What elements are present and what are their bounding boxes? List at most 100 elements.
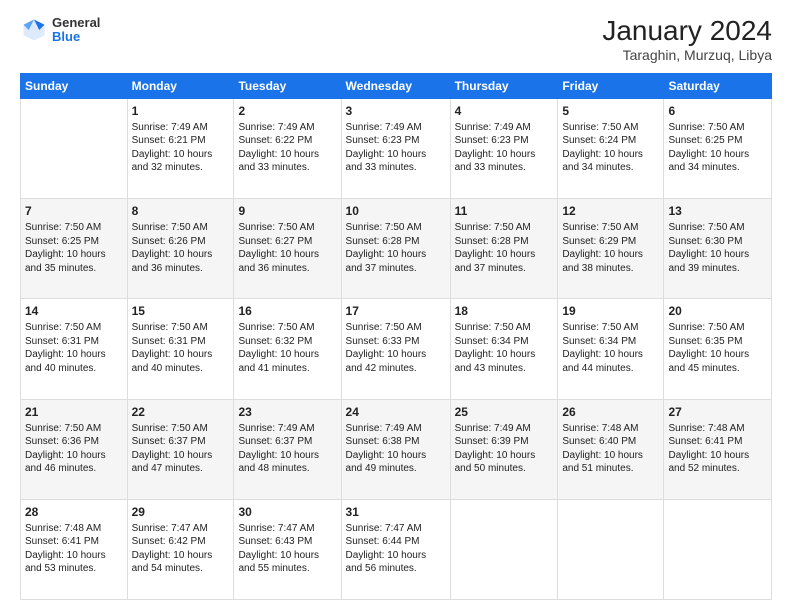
daylight-text: Daylight: 10 hours and 54 minutes. [132, 550, 213, 575]
day-number: 28 [25, 504, 123, 520]
week-row-1: 7Sunrise: 7:50 AMSunset: 6:25 PMDaylight… [21, 199, 772, 299]
sunset-text: Sunset: 6:37 PM [238, 436, 312, 447]
sunrise-text: Sunrise: 7:47 AM [346, 523, 422, 534]
sunrise-text: Sunrise: 7:50 AM [132, 222, 208, 233]
day-number: 27 [668, 404, 767, 420]
day-number: 12 [562, 203, 659, 219]
header-cell-saturday: Saturday [664, 73, 772, 98]
sunset-text: Sunset: 6:28 PM [346, 236, 420, 247]
sunset-text: Sunset: 6:35 PM [668, 336, 742, 347]
calendar-cell: 10Sunrise: 7:50 AMSunset: 6:28 PMDayligh… [341, 199, 450, 299]
sunset-text: Sunset: 6:24 PM [562, 135, 636, 146]
day-number: 6 [668, 103, 767, 119]
sunset-text: Sunset: 6:25 PM [668, 135, 742, 146]
calendar-cell: 1Sunrise: 7:49 AMSunset: 6:21 PMDaylight… [127, 98, 234, 198]
sunset-text: Sunset: 6:41 PM [668, 436, 742, 447]
calendar-cell: 12Sunrise: 7:50 AMSunset: 6:29 PMDayligh… [558, 199, 664, 299]
daylight-text: Daylight: 10 hours and 34 minutes. [562, 149, 643, 174]
calendar-cell: 4Sunrise: 7:49 AMSunset: 6:23 PMDaylight… [450, 98, 558, 198]
sunset-text: Sunset: 6:32 PM [238, 336, 312, 347]
calendar-cell: 15Sunrise: 7:50 AMSunset: 6:31 PMDayligh… [127, 299, 234, 399]
sunset-text: Sunset: 6:36 PM [25, 436, 99, 447]
sunset-text: Sunset: 6:34 PM [455, 336, 529, 347]
daylight-text: Daylight: 10 hours and 51 minutes. [562, 450, 643, 475]
daylight-text: Daylight: 10 hours and 45 minutes. [668, 349, 749, 374]
sunrise-text: Sunrise: 7:47 AM [132, 523, 208, 534]
daylight-text: Daylight: 10 hours and 56 minutes. [346, 550, 427, 575]
sunrise-text: Sunrise: 7:50 AM [455, 322, 531, 333]
calendar-header: SundayMondayTuesdayWednesdayThursdayFrid… [21, 73, 772, 98]
sunrise-text: Sunrise: 7:49 AM [132, 122, 208, 133]
daylight-text: Daylight: 10 hours and 44 minutes. [562, 349, 643, 374]
day-number: 2 [238, 103, 336, 119]
sunrise-text: Sunrise: 7:48 AM [25, 523, 101, 534]
sunset-text: Sunset: 6:27 PM [238, 236, 312, 247]
calendar-body: 1Sunrise: 7:49 AMSunset: 6:21 PMDaylight… [21, 98, 772, 599]
calendar-cell: 30Sunrise: 7:47 AMSunset: 6:43 PMDayligh… [234, 499, 341, 599]
sunset-text: Sunset: 6:40 PM [562, 436, 636, 447]
day-number: 25 [455, 404, 554, 420]
calendar-cell: 21Sunrise: 7:50 AMSunset: 6:36 PMDayligh… [21, 399, 128, 499]
sunrise-text: Sunrise: 7:50 AM [346, 322, 422, 333]
calendar-cell: 14Sunrise: 7:50 AMSunset: 6:31 PMDayligh… [21, 299, 128, 399]
calendar-cell: 24Sunrise: 7:49 AMSunset: 6:38 PMDayligh… [341, 399, 450, 499]
calendar-cell [664, 499, 772, 599]
main-title: January 2024 [602, 16, 772, 47]
calendar-cell: 23Sunrise: 7:49 AMSunset: 6:37 PMDayligh… [234, 399, 341, 499]
daylight-text: Daylight: 10 hours and 33 minutes. [238, 149, 319, 174]
sunrise-text: Sunrise: 7:50 AM [238, 222, 314, 233]
sunset-text: Sunset: 6:39 PM [455, 436, 529, 447]
calendar-cell: 20Sunrise: 7:50 AMSunset: 6:35 PMDayligh… [664, 299, 772, 399]
calendar-cell [21, 98, 128, 198]
sunset-text: Sunset: 6:26 PM [132, 236, 206, 247]
logo-icon [20, 16, 48, 44]
sunrise-text: Sunrise: 7:50 AM [668, 222, 744, 233]
calendar-cell: 17Sunrise: 7:50 AMSunset: 6:33 PMDayligh… [341, 299, 450, 399]
sunset-text: Sunset: 6:38 PM [346, 436, 420, 447]
header-cell-wednesday: Wednesday [341, 73, 450, 98]
sunset-text: Sunset: 6:23 PM [455, 135, 529, 146]
calendar-cell: 6Sunrise: 7:50 AMSunset: 6:25 PMDaylight… [664, 98, 772, 198]
calendar-table: SundayMondayTuesdayWednesdayThursdayFrid… [20, 73, 772, 600]
sunset-text: Sunset: 6:41 PM [25, 536, 99, 547]
sunrise-text: Sunrise: 7:50 AM [562, 122, 638, 133]
calendar-cell: 9Sunrise: 7:50 AMSunset: 6:27 PMDaylight… [234, 199, 341, 299]
sunrise-text: Sunrise: 7:50 AM [346, 222, 422, 233]
calendar-cell: 11Sunrise: 7:50 AMSunset: 6:28 PMDayligh… [450, 199, 558, 299]
sunset-text: Sunset: 6:31 PM [25, 336, 99, 347]
daylight-text: Daylight: 10 hours and 36 minutes. [238, 249, 319, 274]
week-row-0: 1Sunrise: 7:49 AMSunset: 6:21 PMDaylight… [21, 98, 772, 198]
daylight-text: Daylight: 10 hours and 36 minutes. [132, 249, 213, 274]
header-cell-tuesday: Tuesday [234, 73, 341, 98]
day-number: 30 [238, 504, 336, 520]
day-number: 24 [346, 404, 446, 420]
sunrise-text: Sunrise: 7:49 AM [238, 423, 314, 434]
daylight-text: Daylight: 10 hours and 38 minutes. [562, 249, 643, 274]
day-number: 11 [455, 203, 554, 219]
sunrise-text: Sunrise: 7:49 AM [238, 122, 314, 133]
sunset-text: Sunset: 6:37 PM [132, 436, 206, 447]
daylight-text: Daylight: 10 hours and 47 minutes. [132, 450, 213, 475]
sunrise-text: Sunrise: 7:49 AM [455, 122, 531, 133]
calendar-cell [558, 499, 664, 599]
week-row-2: 14Sunrise: 7:50 AMSunset: 6:31 PMDayligh… [21, 299, 772, 399]
page: General Blue January 2024 Taraghin, Murz… [0, 0, 792, 612]
sunset-text: Sunset: 6:33 PM [346, 336, 420, 347]
day-number: 29 [132, 504, 230, 520]
daylight-text: Daylight: 10 hours and 33 minutes. [346, 149, 427, 174]
title-area: January 2024 Taraghin, Murzuq, Libya [602, 16, 772, 63]
daylight-text: Daylight: 10 hours and 40 minutes. [132, 349, 213, 374]
day-number: 8 [132, 203, 230, 219]
day-number: 23 [238, 404, 336, 420]
sunrise-text: Sunrise: 7:50 AM [668, 122, 744, 133]
calendar-cell: 7Sunrise: 7:50 AMSunset: 6:25 PMDaylight… [21, 199, 128, 299]
daylight-text: Daylight: 10 hours and 42 minutes. [346, 349, 427, 374]
calendar-cell: 13Sunrise: 7:50 AMSunset: 6:30 PMDayligh… [664, 199, 772, 299]
sunset-text: Sunset: 6:43 PM [238, 536, 312, 547]
sunrise-text: Sunrise: 7:50 AM [25, 322, 101, 333]
calendar-cell: 2Sunrise: 7:49 AMSunset: 6:22 PMDaylight… [234, 98, 341, 198]
day-number: 16 [238, 303, 336, 319]
calendar-cell: 22Sunrise: 7:50 AMSunset: 6:37 PMDayligh… [127, 399, 234, 499]
calendar-cell: 3Sunrise: 7:49 AMSunset: 6:23 PMDaylight… [341, 98, 450, 198]
sunrise-text: Sunrise: 7:50 AM [238, 322, 314, 333]
